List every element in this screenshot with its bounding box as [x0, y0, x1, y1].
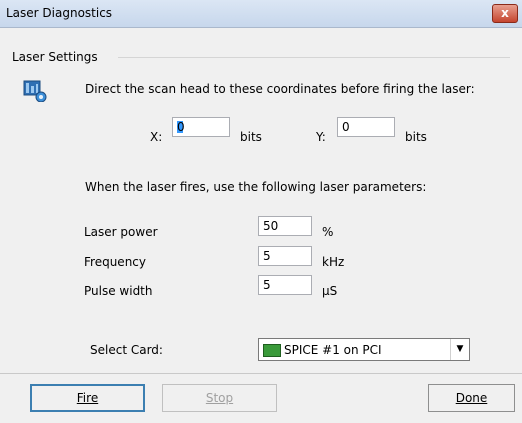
y-coordinate-input[interactable]: 0	[337, 117, 395, 137]
pulse-width-value: 5	[263, 278, 271, 292]
laser-settings-icon	[23, 80, 47, 102]
frequency-label: Frequency	[84, 255, 146, 269]
y-label: Y:	[316, 130, 326, 144]
frequency-value: 5	[263, 249, 271, 263]
laser-diagnostics-dialog: Laser Diagnostics x Laser Settings Direc…	[0, 0, 522, 423]
pulse-width-input[interactable]: 5	[258, 275, 312, 295]
laser-power-input[interactable]: 50	[258, 216, 312, 236]
stop-button-label: Stop	[205, 391, 234, 405]
frequency-input[interactable]: 5	[258, 246, 312, 266]
pci-card-icon	[263, 344, 281, 357]
done-button[interactable]: Done	[428, 384, 515, 412]
frequency-unit: kHz	[322, 255, 345, 269]
x-coordinate-input[interactable]: 0	[172, 117, 230, 137]
fire-button-label: Fire	[76, 391, 99, 405]
x-value: 0	[177, 120, 185, 134]
close-button[interactable]: x	[492, 4, 518, 23]
stop-button[interactable]: Stop	[162, 384, 277, 412]
close-icon: x	[501, 6, 509, 20]
laser-settings-group-label: Laser Settings	[12, 50, 98, 64]
card-select[interactable]: SPICE #1 on PCI ▼	[258, 338, 470, 361]
pulse-width-label: Pulse width	[84, 284, 153, 298]
laser-power-label: Laser power	[84, 225, 158, 239]
laser-power-unit: %	[322, 225, 334, 239]
fire-button[interactable]: Fire	[30, 384, 145, 412]
group-divider	[118, 57, 510, 58]
title-bar: Laser Diagnostics x	[0, 0, 522, 28]
button-bar-divider	[0, 373, 522, 374]
x-unit: bits	[240, 130, 262, 144]
done-button-label: Done	[455, 391, 488, 405]
x-label: X:	[150, 130, 163, 144]
y-unit: bits	[405, 130, 427, 144]
dropdown-arrow-icon[interactable]: ▼	[450, 339, 469, 360]
y-value: 0	[342, 120, 350, 134]
select-card-label: Select Card:	[90, 343, 163, 357]
card-select-value: SPICE #1 on PCI	[284, 343, 382, 357]
pulse-width-unit: µS	[322, 284, 338, 298]
laser-power-value: 50	[263, 219, 279, 233]
params-instruction: When the laser fires, use the following …	[85, 180, 427, 194]
scan-instruction: Direct the scan head to these coordinate…	[85, 82, 475, 96]
window-title: Laser Diagnostics	[6, 6, 113, 20]
